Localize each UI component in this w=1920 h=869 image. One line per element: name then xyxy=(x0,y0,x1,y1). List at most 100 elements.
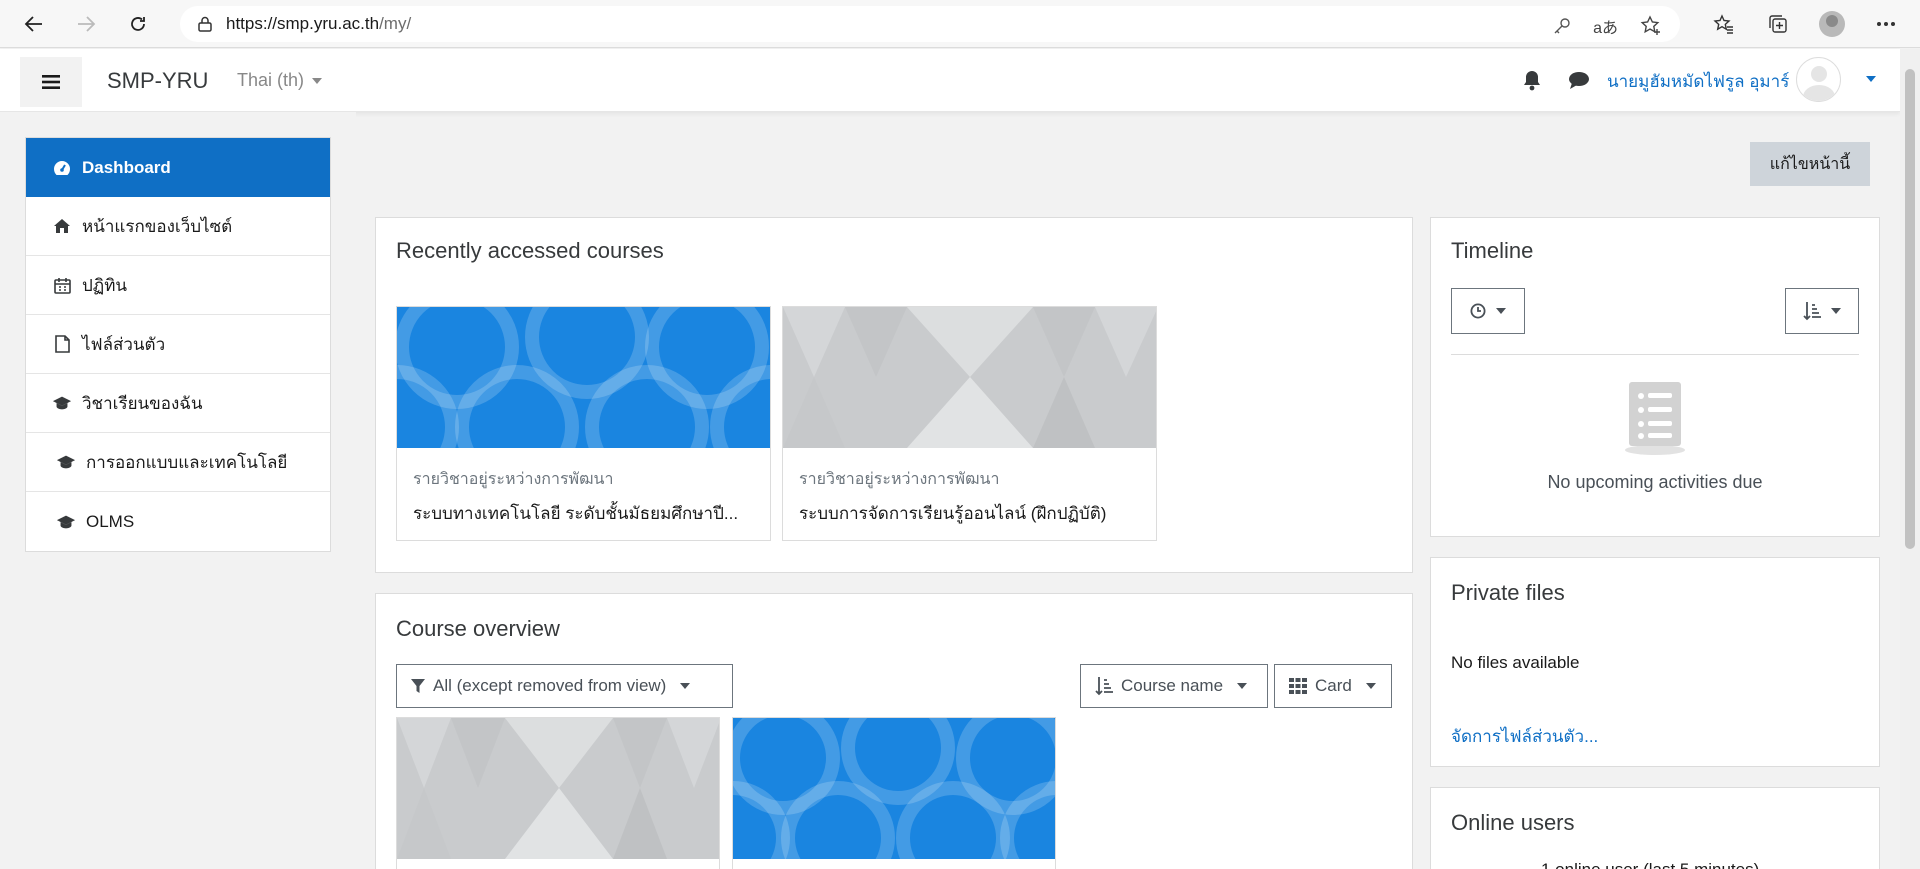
course-card[interactable] xyxy=(396,717,720,869)
back-arrow-icon xyxy=(24,15,42,32)
refresh-icon xyxy=(131,16,145,31)
sidebar-item-site-home[interactable]: หน้าแรกของเว็บไซต์ xyxy=(26,197,330,256)
user-avatar[interactable] xyxy=(1796,57,1841,102)
divider xyxy=(1451,354,1859,355)
nav-drawer: Dashboard หน้าแรกของเว็บไซต์ ปฏิทิน ไฟล์… xyxy=(0,112,356,869)
chevron-down-icon xyxy=(1831,308,1841,314)
edit-page-button[interactable]: แก้ไขหน้านี้ xyxy=(1750,142,1870,186)
browser-toolbar: https://smp.yru.ac.th/my/ aあ xyxy=(0,0,1920,48)
notifications-bell-icon[interactable] xyxy=(1522,69,1542,91)
view-dropdown[interactable]: Card xyxy=(1274,664,1392,708)
course-image[interactable] xyxy=(397,307,770,448)
page-scrollbar[interactable] xyxy=(1900,49,1920,869)
block-title: Course overview xyxy=(396,616,560,641)
no-files-text: No files available xyxy=(1451,653,1580,672)
course-image[interactable] xyxy=(397,718,719,859)
filter-label: All (except removed from view) xyxy=(433,676,667,695)
sidebar-item-label: OLMS xyxy=(86,511,135,531)
collections-icon xyxy=(1769,15,1787,33)
course-pattern-image xyxy=(397,718,719,859)
course-category: รายวิชาอยู่ระหว่างการพัฒนา xyxy=(413,471,614,488)
language-menu[interactable]: Thai (th) xyxy=(237,70,323,91)
chevron-down-icon xyxy=(1496,308,1506,314)
course-pattern-image xyxy=(733,718,1055,859)
timeline-day-filter-dropdown[interactable] xyxy=(1451,288,1525,334)
language-label: Thai (th) xyxy=(237,70,305,90)
profile-avatar-icon xyxy=(1819,11,1845,37)
user-menu-name[interactable]: นายมูฮัมหมัดไฟรูล อุมาร์ xyxy=(1607,68,1789,95)
chevron-down-icon xyxy=(1365,683,1376,689)
favorites-icon xyxy=(1713,14,1733,34)
block-title: Private files xyxy=(1451,580,1565,605)
course-image[interactable] xyxy=(783,307,1156,448)
online-users-count: 1 online user (last 5 minutes) xyxy=(1541,860,1759,869)
forward-button[interactable] xyxy=(68,6,104,42)
home-icon xyxy=(54,219,70,233)
sidebar-item-label: หน้าแรกของเว็บไซต์ xyxy=(82,216,233,236)
add-favorite-icon[interactable] xyxy=(1640,15,1662,37)
sidebar-item-my-courses[interactable]: วิชาเรียนของฉัน xyxy=(26,374,330,433)
read-aloud-icon[interactable]: aあ xyxy=(1593,14,1618,38)
timeline-block: Timeline No upcoming activities due xyxy=(1430,217,1880,537)
course-pattern-image xyxy=(783,307,1156,448)
site-navbar: SMP-YRU Thai (th) นายมูฮัมหมัดไฟรูล อุมา… xyxy=(0,49,1900,112)
sidebar-item-calendar[interactable]: ปฏิทิน xyxy=(26,256,330,315)
address-bar[interactable]: https://smp.yru.ac.th/my/ aあ xyxy=(180,6,1680,42)
file-icon xyxy=(54,335,70,353)
filter-icon xyxy=(411,679,425,693)
site-brand[interactable]: SMP-YRU xyxy=(107,68,208,94)
sidebar-item-label: วิชาเรียนของฉัน xyxy=(82,393,203,413)
course-overview-block: Course overview All (except removed from… xyxy=(375,593,1413,869)
graduation-cap-icon xyxy=(56,455,76,469)
sort-icon xyxy=(1095,677,1113,696)
graduation-cap-icon xyxy=(52,396,72,410)
more-dots-icon xyxy=(1877,22,1895,26)
calendar-icon xyxy=(53,277,71,294)
sidebar-item-design-technology[interactable]: การออกแบบและเทคโนโลยี xyxy=(26,433,330,492)
settings-menu-button[interactable] xyxy=(1868,6,1904,42)
course-name-link[interactable]: ระบบทางเทคโนโลยี ระดับชั้นมัธยมศึกษาปี..… xyxy=(413,500,758,527)
course-card[interactable] xyxy=(732,717,1056,869)
manage-private-files-link[interactable]: จัดการไฟล์ส่วนตัว... xyxy=(1451,723,1598,750)
block-title: Timeline xyxy=(1451,238,1534,263)
collections-button[interactable] xyxy=(1760,6,1796,42)
course-card[interactable]: รายวิชาอยู่ระหว่างการพัฒนา ระบบการจัดการ… xyxy=(782,306,1157,541)
online-users-block: Online users 1 online user (last 5 minut… xyxy=(1430,787,1880,869)
sidebar-item-dashboard[interactable]: Dashboard xyxy=(26,138,330,197)
grid-icon xyxy=(1289,678,1307,694)
forward-arrow-icon xyxy=(78,15,96,32)
favorites-button[interactable] xyxy=(1706,6,1742,42)
timeline-sort-dropdown[interactable] xyxy=(1785,288,1859,334)
sidebar-item-private-files[interactable]: ไฟล์ส่วนตัว xyxy=(26,315,330,374)
sidebar-item-olms[interactable]: OLMS xyxy=(26,492,330,551)
course-image[interactable] xyxy=(733,718,1055,859)
sidebar-item-label: ปฏิทิน xyxy=(82,275,128,295)
messages-chat-icon[interactable] xyxy=(1568,70,1590,90)
sidebar-item-label: ไฟล์ส่วนตัว xyxy=(82,334,166,354)
dashboard-icon xyxy=(54,160,70,175)
back-button[interactable] xyxy=(16,6,52,42)
graduation-cap-icon xyxy=(56,515,76,528)
grouping-filter-dropdown[interactable]: All (except removed from view) xyxy=(396,664,733,708)
chevron-down-icon xyxy=(680,683,691,689)
profile-button[interactable] xyxy=(1814,6,1850,42)
empty-list-icon xyxy=(1625,382,1685,455)
course-card[interactable]: รายวิชาอยู่ระหว่างการพัฒนา ระบบทางเทคโนโ… xyxy=(396,306,771,541)
url-text: https://smp.yru.ac.th/my/ xyxy=(226,14,412,33)
sort-dropdown[interactable]: Course name xyxy=(1080,664,1268,708)
view-label: Card xyxy=(1315,676,1352,695)
private-files-block: Private files No files available จัดการไ… xyxy=(1430,557,1880,767)
key-icon[interactable] xyxy=(1553,17,1571,35)
nav-drawer-list: Dashboard หน้าแรกของเว็บไซต์ ปฏิทิน ไฟล์… xyxy=(25,137,331,552)
menu-toggle-button[interactable] xyxy=(20,57,82,107)
refresh-button[interactable] xyxy=(120,6,156,42)
sidebar-item-label: การออกแบบและเทคโนโลยี xyxy=(86,452,288,472)
scrollbar-thumb[interactable] xyxy=(1905,69,1915,549)
sort-icon xyxy=(1803,302,1821,321)
block-title: Recently accessed courses xyxy=(396,238,664,263)
course-name-link[interactable]: ระบบการจัดการเรียนรู้ออนไลน์ (ฝึกปฏิบัติ… xyxy=(799,500,1144,527)
chevron-down-icon xyxy=(1237,683,1248,689)
user-menu-chevron-down-icon[interactable] xyxy=(1866,76,1876,82)
chevron-down-icon xyxy=(312,77,323,84)
recently-accessed-courses-block: Recently accessed courses รายวิชาอยู่ระห… xyxy=(375,217,1413,573)
